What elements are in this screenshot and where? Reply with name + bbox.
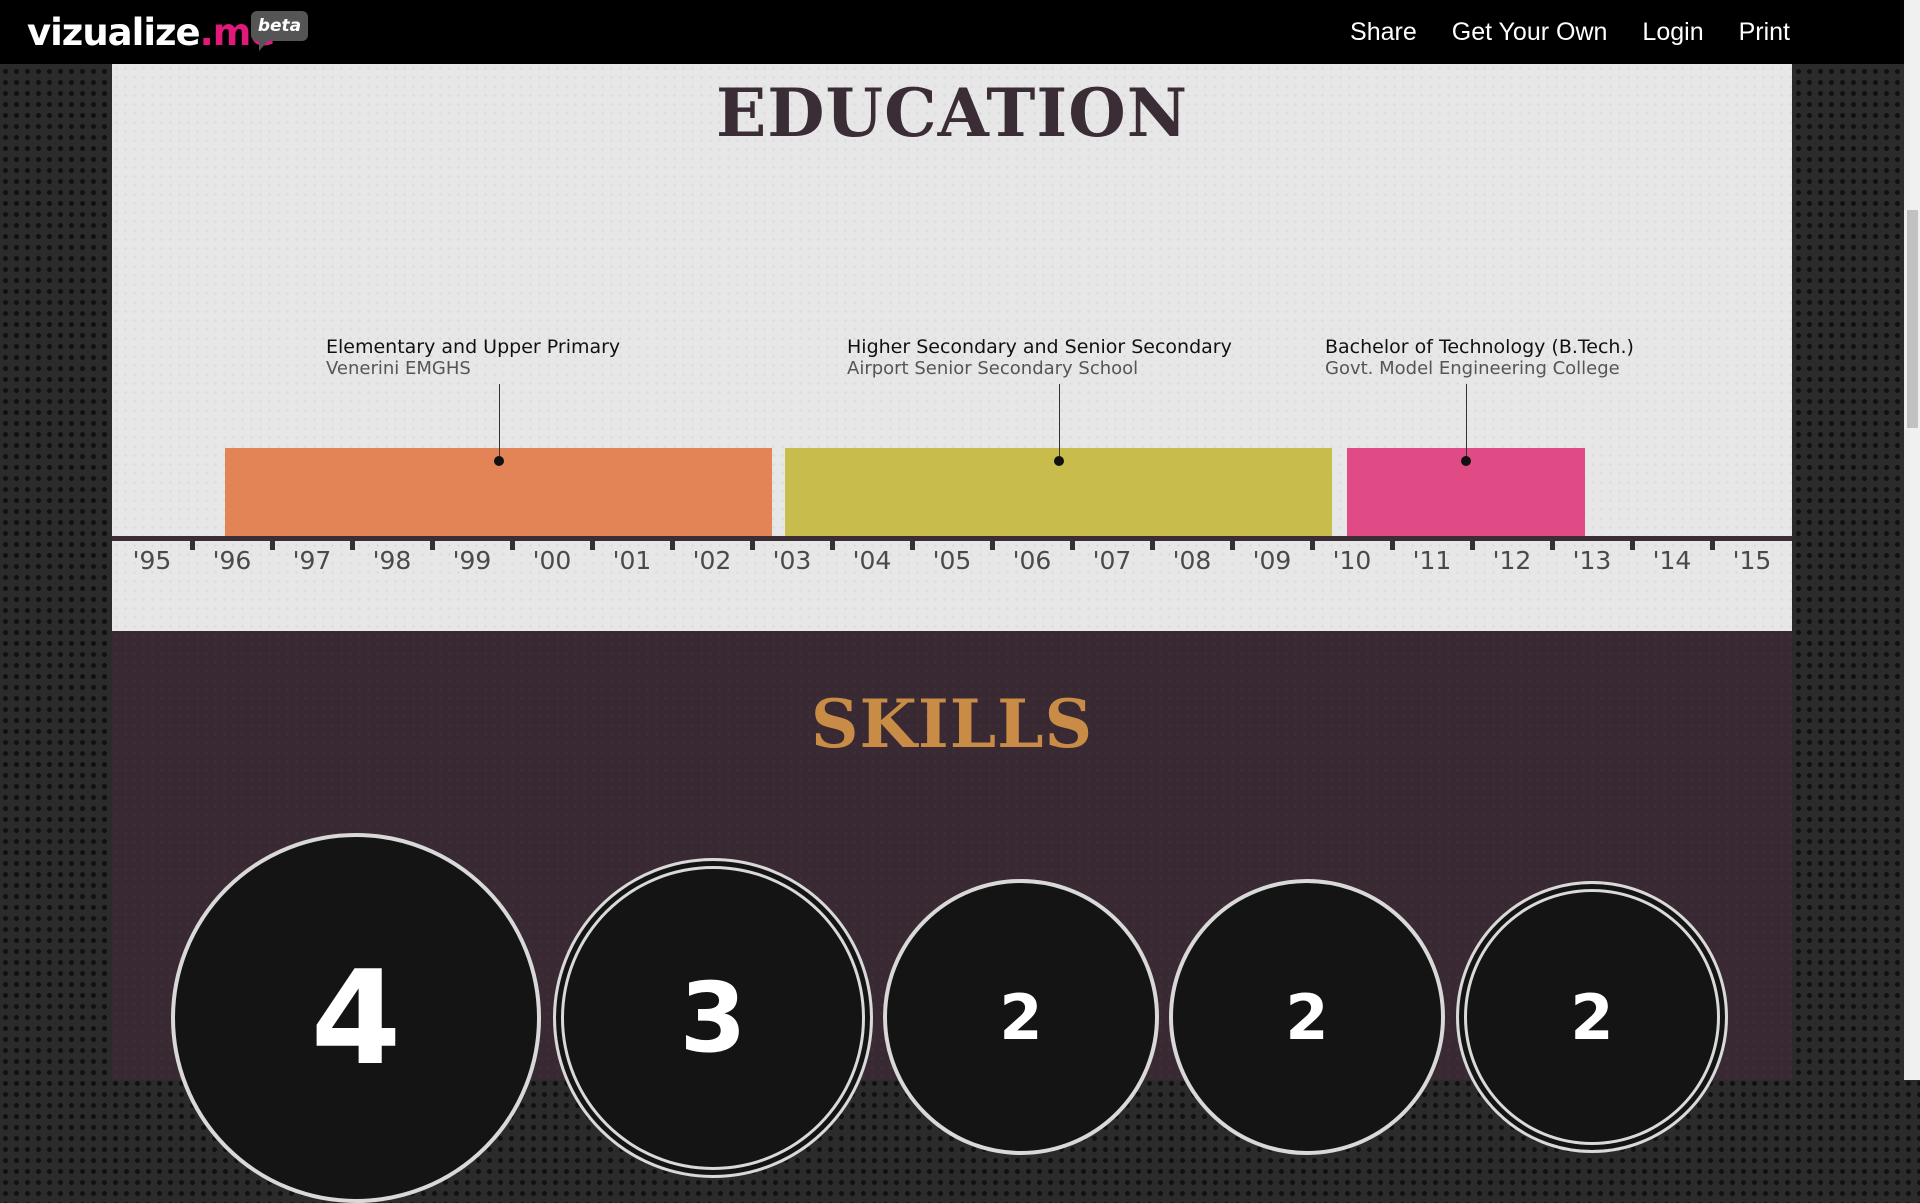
education-entry-label: Elementary and Upper Primary Venerini EMG… (326, 336, 620, 379)
education-connector (1059, 384, 1060, 461)
timeline-year-label: '10 (1332, 546, 1372, 575)
skill-level-value: 3 (679, 962, 747, 1074)
timeline-tick (1150, 536, 1155, 550)
education-section: EDUCATION '95'96'97'98'99'00'01'02'03'04… (112, 64, 1792, 631)
timeline-tick (910, 536, 915, 550)
institution-name: Govt. Model Engineering College (1325, 358, 1620, 379)
timeline-year-label: '14 (1652, 546, 1692, 575)
skills-section: SKILLS 4 3 2 2 2 (112, 631, 1792, 1203)
degree-name: Elementary and Upper Primary (326, 336, 621, 358)
skill-level-circle[interactable]: 3 (553, 858, 873, 1178)
timeline-year-label: '08 (1172, 546, 1212, 575)
print-link[interactable]: Print (1739, 18, 1790, 47)
timeline-year-label: '00 (532, 546, 572, 575)
timeline-year-label: '05 (932, 546, 972, 575)
skill-level-circle[interactable]: 2 (1169, 879, 1445, 1155)
timeline-tick (670, 536, 675, 550)
timeline-tick (190, 536, 195, 550)
degree-name: Bachelor of Technology (B.Tech.) (1325, 336, 1634, 358)
timeline-year-label: '98 (372, 546, 412, 575)
timeline-year-label: '04 (852, 546, 892, 575)
scrollbar-thumb[interactable] (1907, 210, 1918, 428)
skills-title: SKILLS (810, 685, 1094, 763)
skill-level-value: 2 (1285, 980, 1329, 1054)
timeline-tick (350, 536, 355, 550)
logo-text: vizualize.me (27, 10, 275, 54)
education-timeline: '95 '96 '97 '98 '99 '00 '01 '02 '03 '04 '05 '06 '07 '… (112, 64, 1792, 631)
timeline-year-label: '12 (1492, 546, 1532, 575)
timeline-tick (1630, 536, 1635, 550)
timeline-year-label: '96 (212, 546, 252, 575)
timeline-year-label: '13 (1572, 546, 1612, 575)
timeline-tick (830, 536, 835, 550)
timeline-year-label: '15 (1732, 546, 1772, 575)
timeline-tick (1230, 536, 1235, 550)
education-entry-label: Bachelor of Technology (B.Tech.) Govt. Mo… (1325, 336, 1634, 379)
site-logo[interactable]: vizualize.me (27, 8, 275, 56)
get-your-own-link[interactable]: Get Your Own (1452, 18, 1608, 47)
timeline-year-label: '09 (1252, 546, 1292, 575)
main-nav: Share Get Your Own Login Print (1315, 0, 1790, 64)
skill-level-circle[interactable]: 4 (171, 833, 541, 1203)
timeline-year-label: '95 (132, 546, 172, 575)
timeline-tick (1550, 536, 1555, 550)
timeline-year-label: '07 (1092, 546, 1132, 575)
timeline-year-label: '99 (452, 546, 492, 575)
education-connector (499, 384, 500, 461)
skill-level-circle[interactable]: 2 (1456, 881, 1728, 1153)
education-marker-dot (494, 456, 504, 466)
education-marker-dot (1461, 456, 1471, 466)
top-nav-bar: vizualize.me beta Share Get Your Own Log… (0, 0, 1920, 64)
timeline-year-label: '97 (292, 546, 332, 575)
timeline-year-label: '06 (1012, 546, 1052, 575)
skill-level-value: 2 (1570, 980, 1614, 1054)
vertical-scrollbar[interactable] (1904, 0, 1920, 1080)
education-marker-dot (1054, 456, 1064, 466)
timeline-year-label: '01 (612, 546, 652, 575)
share-link[interactable]: Share (1350, 18, 1417, 47)
timeline-tick (270, 536, 275, 550)
skill-level-value: 4 (310, 942, 402, 1094)
timeline-tick (990, 536, 995, 550)
timeline-year-label: '11 (1412, 546, 1452, 575)
timeline-tick (1710, 536, 1715, 550)
beta-badge: beta (251, 11, 308, 51)
timeline-tick (510, 536, 515, 550)
timeline-tick (430, 536, 435, 550)
education-entry-label: Higher Secondary and Senior Secondary Air… (847, 336, 1232, 379)
education-connector (1466, 384, 1467, 461)
institution-name: Airport Senior Secondary School (847, 358, 1139, 379)
degree-name: Higher Secondary and Senior Secondary (847, 336, 1232, 358)
institution-name: Venerini EMGHS (326, 358, 471, 379)
timeline-tick (1070, 536, 1075, 550)
skill-level-value: 2 (999, 980, 1043, 1054)
skill-level-circle[interactable]: 2 (883, 879, 1159, 1155)
login-link[interactable]: Login (1642, 18, 1703, 47)
timeline-tick (750, 536, 755, 550)
timeline-year-label: '02 (692, 546, 732, 575)
timeline-tick (1390, 536, 1395, 550)
timeline-year-label: '03 (772, 546, 812, 575)
timeline-tick (1310, 536, 1315, 550)
timeline-axis (112, 536, 1792, 541)
timeline-tick (590, 536, 595, 550)
timeline-tick (1470, 536, 1475, 550)
